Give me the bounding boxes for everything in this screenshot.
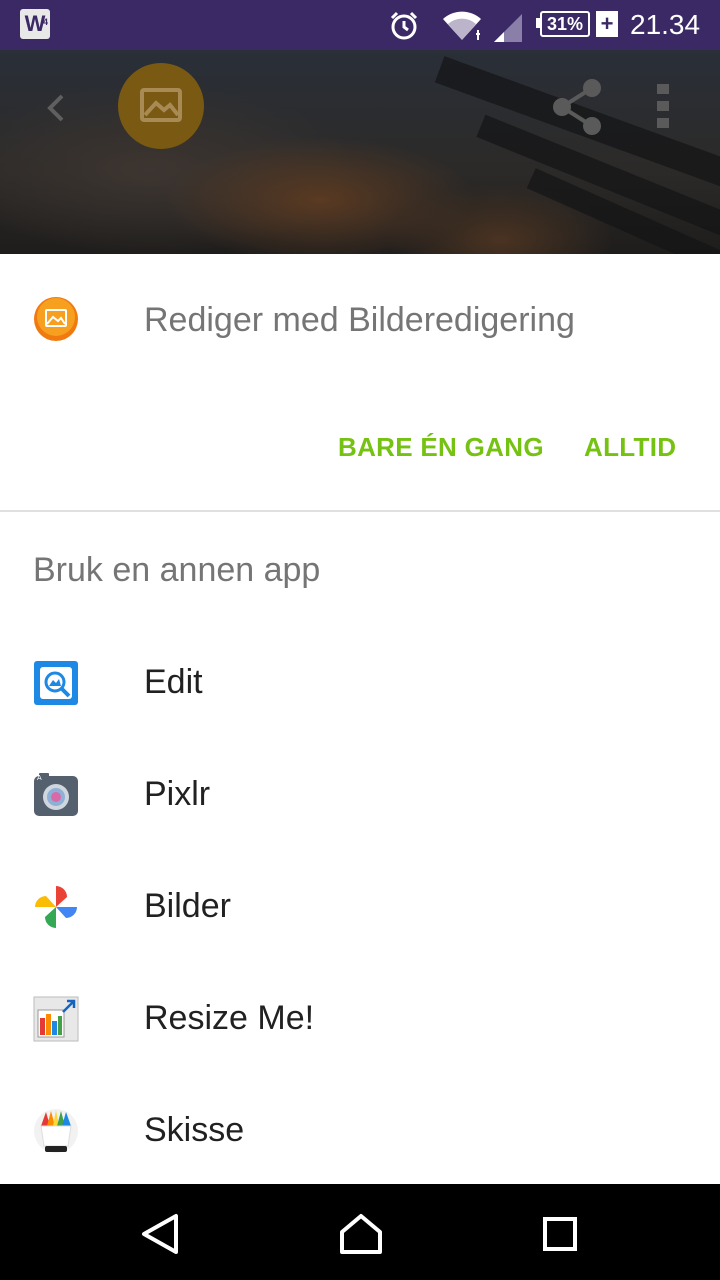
app-item-resize-me[interactable]: Resize Me! <box>0 962 720 1074</box>
nav-recents-icon[interactable] <box>542 1216 578 1252</box>
charging-icon: + <box>596 11 618 37</box>
app-item-edit[interactable]: Edit <box>0 626 720 738</box>
photo-viewer-background <box>0 50 720 254</box>
svg-text:A: A <box>37 775 42 782</box>
alarm-icon <box>390 11 418 40</box>
default-app-label[interactable]: Rediger med Bilderedigering <box>144 296 575 344</box>
app-item-label: Pixlr <box>144 775 211 813</box>
app-item-pixlr[interactable]: A Pixlr <box>0 738 720 850</box>
app-item-label: Skisse <box>144 1111 245 1149</box>
back-icon[interactable] <box>40 88 72 128</box>
status-bar: W4 31% + 21.34 <box>0 0 720 50</box>
notification-app-icon: W4 <box>20 9 50 39</box>
app-item-bilder[interactable]: Bilder <box>0 850 720 962</box>
app-item-label: Resize Me! <box>144 999 315 1037</box>
pixlr-icon: A <box>34 773 78 816</box>
signal-icon <box>494 14 522 42</box>
app-item-skisse[interactable]: Skisse <box>0 1074 720 1186</box>
google-photos-icon <box>35 886 77 928</box>
other-apps-header: Bruk en annen app <box>33 551 321 589</box>
wifi-icon <box>443 11 481 40</box>
battery-level: 31% <box>540 11 590 37</box>
always-button[interactable]: ALLTID <box>584 428 676 466</box>
navigation-bar <box>0 1184 720 1280</box>
resize-me-icon <box>33 996 79 1042</box>
sketch-icon <box>34 1109 78 1153</box>
nav-home-icon[interactable] <box>338 1212 384 1256</box>
app-item-label: Bilder <box>144 887 231 925</box>
nav-back-icon[interactable] <box>138 1212 182 1256</box>
clock: 21.34 <box>630 9 701 40</box>
more-vert-icon[interactable] <box>652 82 674 130</box>
edit-app-icon <box>34 661 78 705</box>
share-icon[interactable] <box>550 78 604 136</box>
just-once-button[interactable]: BARE ÉN GANG <box>338 428 544 466</box>
gallery-icon[interactable] <box>118 63 204 149</box>
app-item-label: Edit <box>144 663 203 701</box>
photo-editor-icon <box>34 297 78 341</box>
divider <box>0 510 720 512</box>
